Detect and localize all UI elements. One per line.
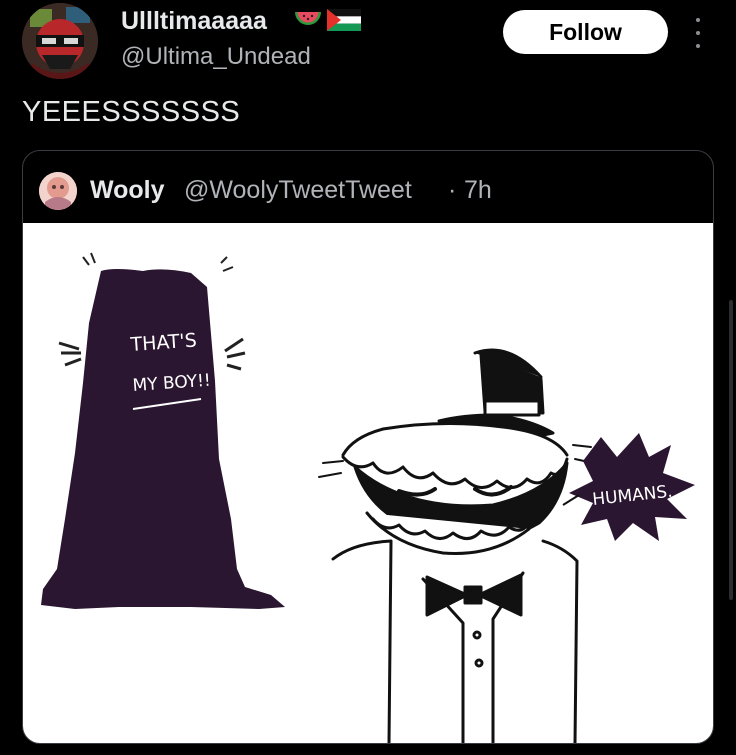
watermelon-icon (295, 12, 321, 25)
quoted-user-handle[interactable]: @WoolyTweetTweet (184, 176, 412, 205)
quoted-avatar-image (39, 172, 77, 210)
scrollbar[interactable] (729, 300, 733, 600)
user-avatar[interactable] (22, 3, 98, 79)
name-emojis (293, 8, 361, 32)
follow-button[interactable]: Follow (503, 10, 668, 54)
silhouette-figure (41, 252, 285, 609)
user-handle[interactable]: @Ultima_Undead (121, 43, 311, 71)
palestine-flag-icon (327, 9, 361, 31)
avatar-image (22, 3, 98, 79)
caption-line-1: THAT'S (129, 329, 198, 356)
quoted-image[interactable]: THAT'S MY BOY!! HUMANS. (23, 223, 713, 743)
quoted-display-name[interactable]: Wooly (90, 176, 165, 205)
display-name[interactable]: Ullltimaaaaa (121, 7, 267, 36)
quoted-user-avatar[interactable] (39, 172, 77, 210)
post-header: Ullltimaaaaa @Ultima_Undead Follow (0, 0, 736, 90)
quoted-timestamp[interactable]: 7h (464, 176, 492, 205)
quoted-tweet-header: Wooly @WoolyTweetTweet · 7h (23, 151, 713, 223)
more-options-icon[interactable] (690, 18, 706, 48)
tweet-text: YEEESSSSSSS (22, 96, 241, 128)
speech-burst: HUMANS. (562, 433, 695, 541)
quoted-tweet-card[interactable]: Wooly @WoolyTweetTweet · 7h THAT'S MY BO… (22, 150, 714, 744)
grinning-character (318, 348, 594, 743)
separator-dot: · (448, 176, 457, 204)
